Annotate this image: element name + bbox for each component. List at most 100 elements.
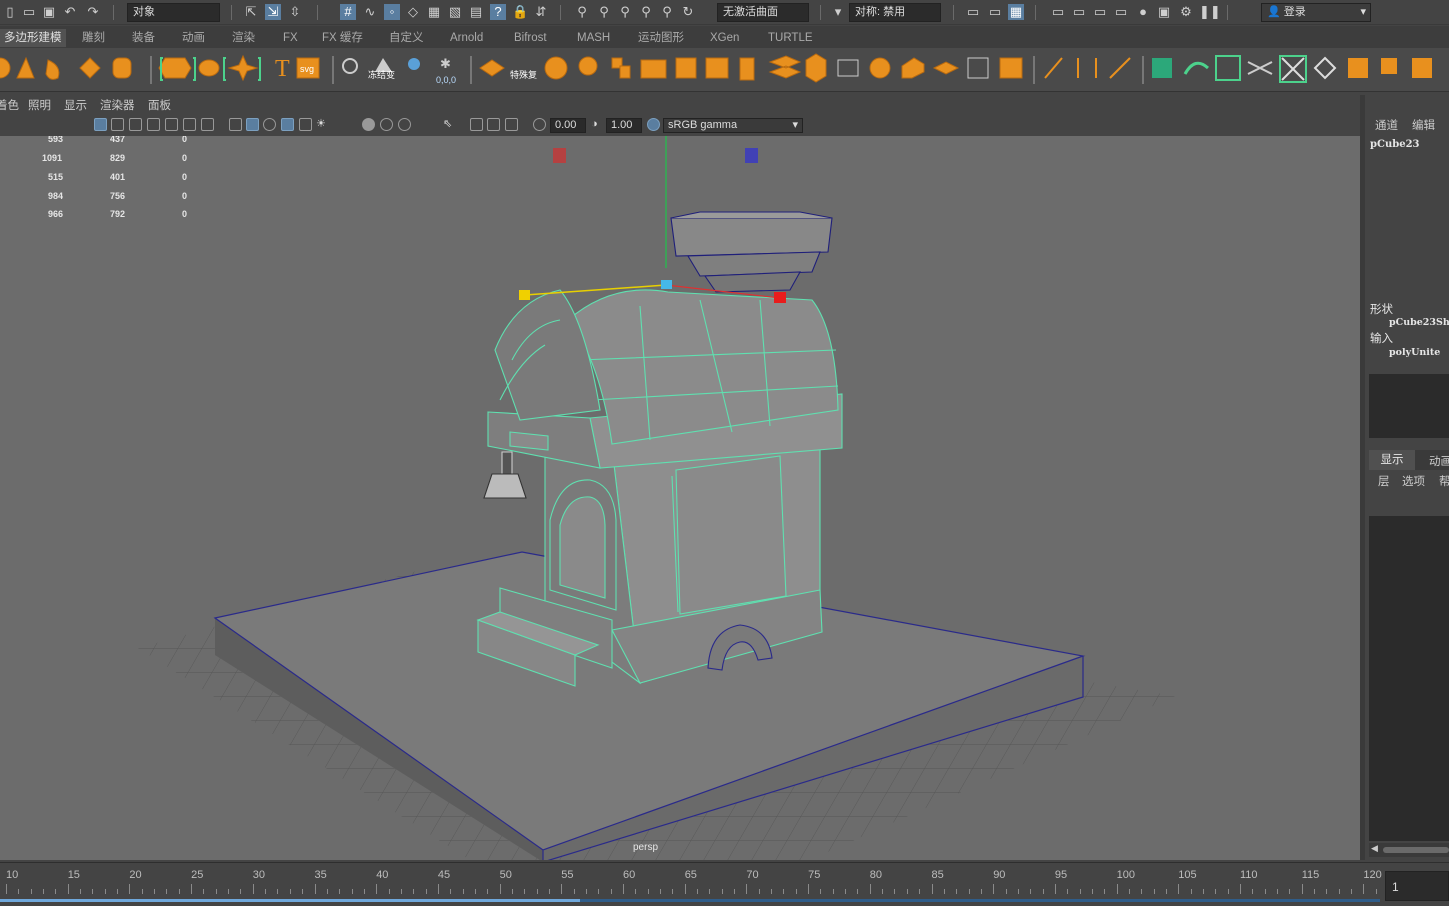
safe-title-icon[interactable] (201, 118, 214, 131)
layer-menu-help[interactable]: 帮 (1439, 473, 1449, 489)
film-gate-icon[interactable] (111, 118, 124, 131)
save-scene-icon[interactable]: ▣ (41, 4, 57, 20)
tab-polygon-modeling[interactable]: 多边形建模 (0, 29, 66, 47)
lasso-select-icon[interactable]: ⚲ (574, 4, 590, 20)
color-space-select[interactable]: sRGB gamma ▾ (663, 118, 803, 133)
live-surface-field[interactable]: 无激活曲面 (717, 3, 809, 22)
tab-custom[interactable]: 自定义 (385, 29, 428, 47)
tab-turtle[interactable]: TURTLE (764, 29, 817, 47)
xray-icon[interactable] (470, 118, 483, 131)
snap-view-plane-icon[interactable]: ▦ (426, 4, 442, 20)
screen-space-ao-icon[interactable] (380, 118, 393, 131)
wireframe-icon[interactable] (229, 118, 242, 131)
resolution-gate-icon[interactable] (129, 118, 142, 131)
render-frame-icon[interactable]: ▭ (1050, 4, 1066, 20)
tab-sculpt[interactable]: 雕刻 (78, 29, 109, 47)
render-sequence-icon[interactable]: ▭ (1071, 4, 1087, 20)
render-view-icon[interactable]: ▦ (1008, 4, 1024, 20)
layer-menu-options[interactable]: 选项 (1402, 473, 1425, 489)
menu-channels[interactable]: 通道 (1375, 117, 1398, 133)
tab-bifrost[interactable]: Bifrost (510, 29, 551, 47)
hypershade-icon[interactable]: ● (1135, 4, 1151, 20)
select-hierarchy-icon[interactable]: ⇱ (243, 4, 259, 20)
paint-select-icon[interactable]: ⚲ (596, 4, 612, 20)
smooth-shade-icon[interactable] (246, 118, 259, 131)
exposure-icon[interactable] (533, 118, 546, 131)
viewport-persp[interactable]: 593 437 0 1091 829 0 515 401 0 984 756 0… (0, 136, 1360, 860)
tab-anim-layers[interactable]: 动画 (1429, 453, 1449, 469)
default-material-icon[interactable] (263, 118, 276, 131)
menu-edit[interactable]: 编辑 (1412, 117, 1435, 133)
arnold-render-icon[interactable]: ▣ (1156, 4, 1172, 20)
snap-projected-icon[interactable]: ◇ (405, 4, 421, 20)
select-object-icon[interactable]: ⇲ (265, 4, 281, 20)
xray-active-icon[interactable] (487, 118, 500, 131)
select-component-icon[interactable]: ⇳ (287, 4, 303, 20)
symmetry-select-icon[interactable]: ⚲ (659, 4, 675, 20)
textured-icon[interactable] (299, 118, 312, 131)
input-node-name[interactable]: polyUnite (1389, 347, 1440, 358)
tab-rigging[interactable]: 装备 (128, 29, 159, 47)
gate-mask-icon[interactable] (147, 118, 160, 131)
menu-panels[interactable]: 面板 (148, 97, 171, 113)
scroll-left-icon[interactable]: ◀ (1371, 843, 1378, 854)
field-chart-icon[interactable] (165, 118, 178, 131)
redo-icon[interactable]: ↷ (85, 4, 101, 20)
gamma-field[interactable]: 1.00 (606, 118, 642, 133)
snap-point-icon[interactable]: ◦ (384, 4, 400, 20)
login-button[interactable]: 👤 登录 ▾ (1261, 3, 1371, 22)
tweak-select-icon[interactable]: ⚲ (617, 4, 633, 20)
input-ops-icon[interactable]: ▭ (965, 4, 981, 20)
history-icon[interactable]: ▤ (468, 4, 484, 20)
tab-arnold[interactable]: Arnold (446, 29, 487, 47)
tab-display-layers[interactable]: 显示 (1369, 450, 1415, 470)
color-management-icon[interactable] (647, 118, 660, 131)
motion-blur-icon[interactable] (398, 118, 411, 131)
gamma-icon[interactable]: ◑ (591, 118, 604, 131)
help-snap-icon[interactable]: ? (490, 4, 506, 20)
dropdown-icon[interactable]: ▾ (830, 4, 846, 20)
tab-fx[interactable]: FX (279, 29, 302, 47)
new-scene-icon[interactable]: ▯ (2, 4, 18, 20)
snap-grid-icon[interactable]: # (340, 4, 356, 20)
soft-select-icon[interactable]: ⚲ (638, 4, 654, 20)
snap-curve-icon[interactable]: ∿ (362, 4, 378, 20)
lock-icon[interactable]: 🔒 (512, 4, 528, 20)
image-plane-icon[interactable] (31, 118, 44, 131)
current-frame-field[interactable]: 1 (1385, 871, 1449, 901)
open-scene-icon[interactable]: ▭ (21, 4, 37, 20)
output-ops-icon[interactable]: ▭ (987, 4, 1003, 20)
menu-renderer[interactable]: 渲染器 (100, 97, 135, 113)
tab-xgen[interactable]: XGen (706, 29, 743, 47)
reflect-icon[interactable]: ↻ (680, 4, 696, 20)
arnold-ipr-icon[interactable]: ⚙ (1178, 4, 1194, 20)
snap-live-icon[interactable]: ▧ (447, 4, 463, 20)
grid-icon[interactable] (94, 118, 107, 131)
shape-node-name[interactable]: pCube23Sh (1389, 317, 1449, 328)
render-settings-icon[interactable]: ▭ (1113, 4, 1129, 20)
tab-rendering[interactable]: 渲染 (228, 29, 259, 47)
panel-divider[interactable] (1360, 95, 1365, 860)
horizontal-scrollbar[interactable]: ◀ (1369, 843, 1449, 857)
exposure-field[interactable]: 0.00 (550, 118, 586, 133)
time-slider[interactable]: 10 15 20 25 30 35 40 45 50 55 60 65 70 75 80 85 90 95 100 1… (0, 862, 1449, 906)
2d-pan-icon[interactable] (48, 118, 61, 131)
menu-shading[interactable]: 着色 (0, 97, 19, 113)
pause-icon[interactable]: ❚❚ (1199, 4, 1221, 20)
menu-show[interactable]: 显示 (64, 97, 87, 113)
bookmark-icon[interactable] (15, 118, 28, 131)
isolate-select-icon[interactable]: ⇖ (443, 118, 456, 131)
tab-fx-cache[interactable]: FX 缓存 (318, 29, 367, 47)
undo-icon[interactable]: ↶ (62, 4, 78, 20)
grease-pencil-icon[interactable] (64, 118, 77, 131)
construction-icon[interactable]: ⇵ (533, 4, 549, 20)
safe-action-icon[interactable] (183, 118, 196, 131)
menu-lighting[interactable]: 照明 (28, 97, 51, 113)
layer-menu-layers[interactable]: 层 (1378, 473, 1390, 489)
tab-animation[interactable]: 动画 (178, 29, 209, 47)
shadows-icon[interactable] (362, 118, 375, 131)
xray-joints-icon[interactable] (505, 118, 518, 131)
symmetry-menu[interactable]: 对称: 禁用 (849, 3, 941, 22)
camera-attrs-icon[interactable] (0, 118, 13, 131)
scrollbar-thumb[interactable] (1383, 847, 1449, 853)
